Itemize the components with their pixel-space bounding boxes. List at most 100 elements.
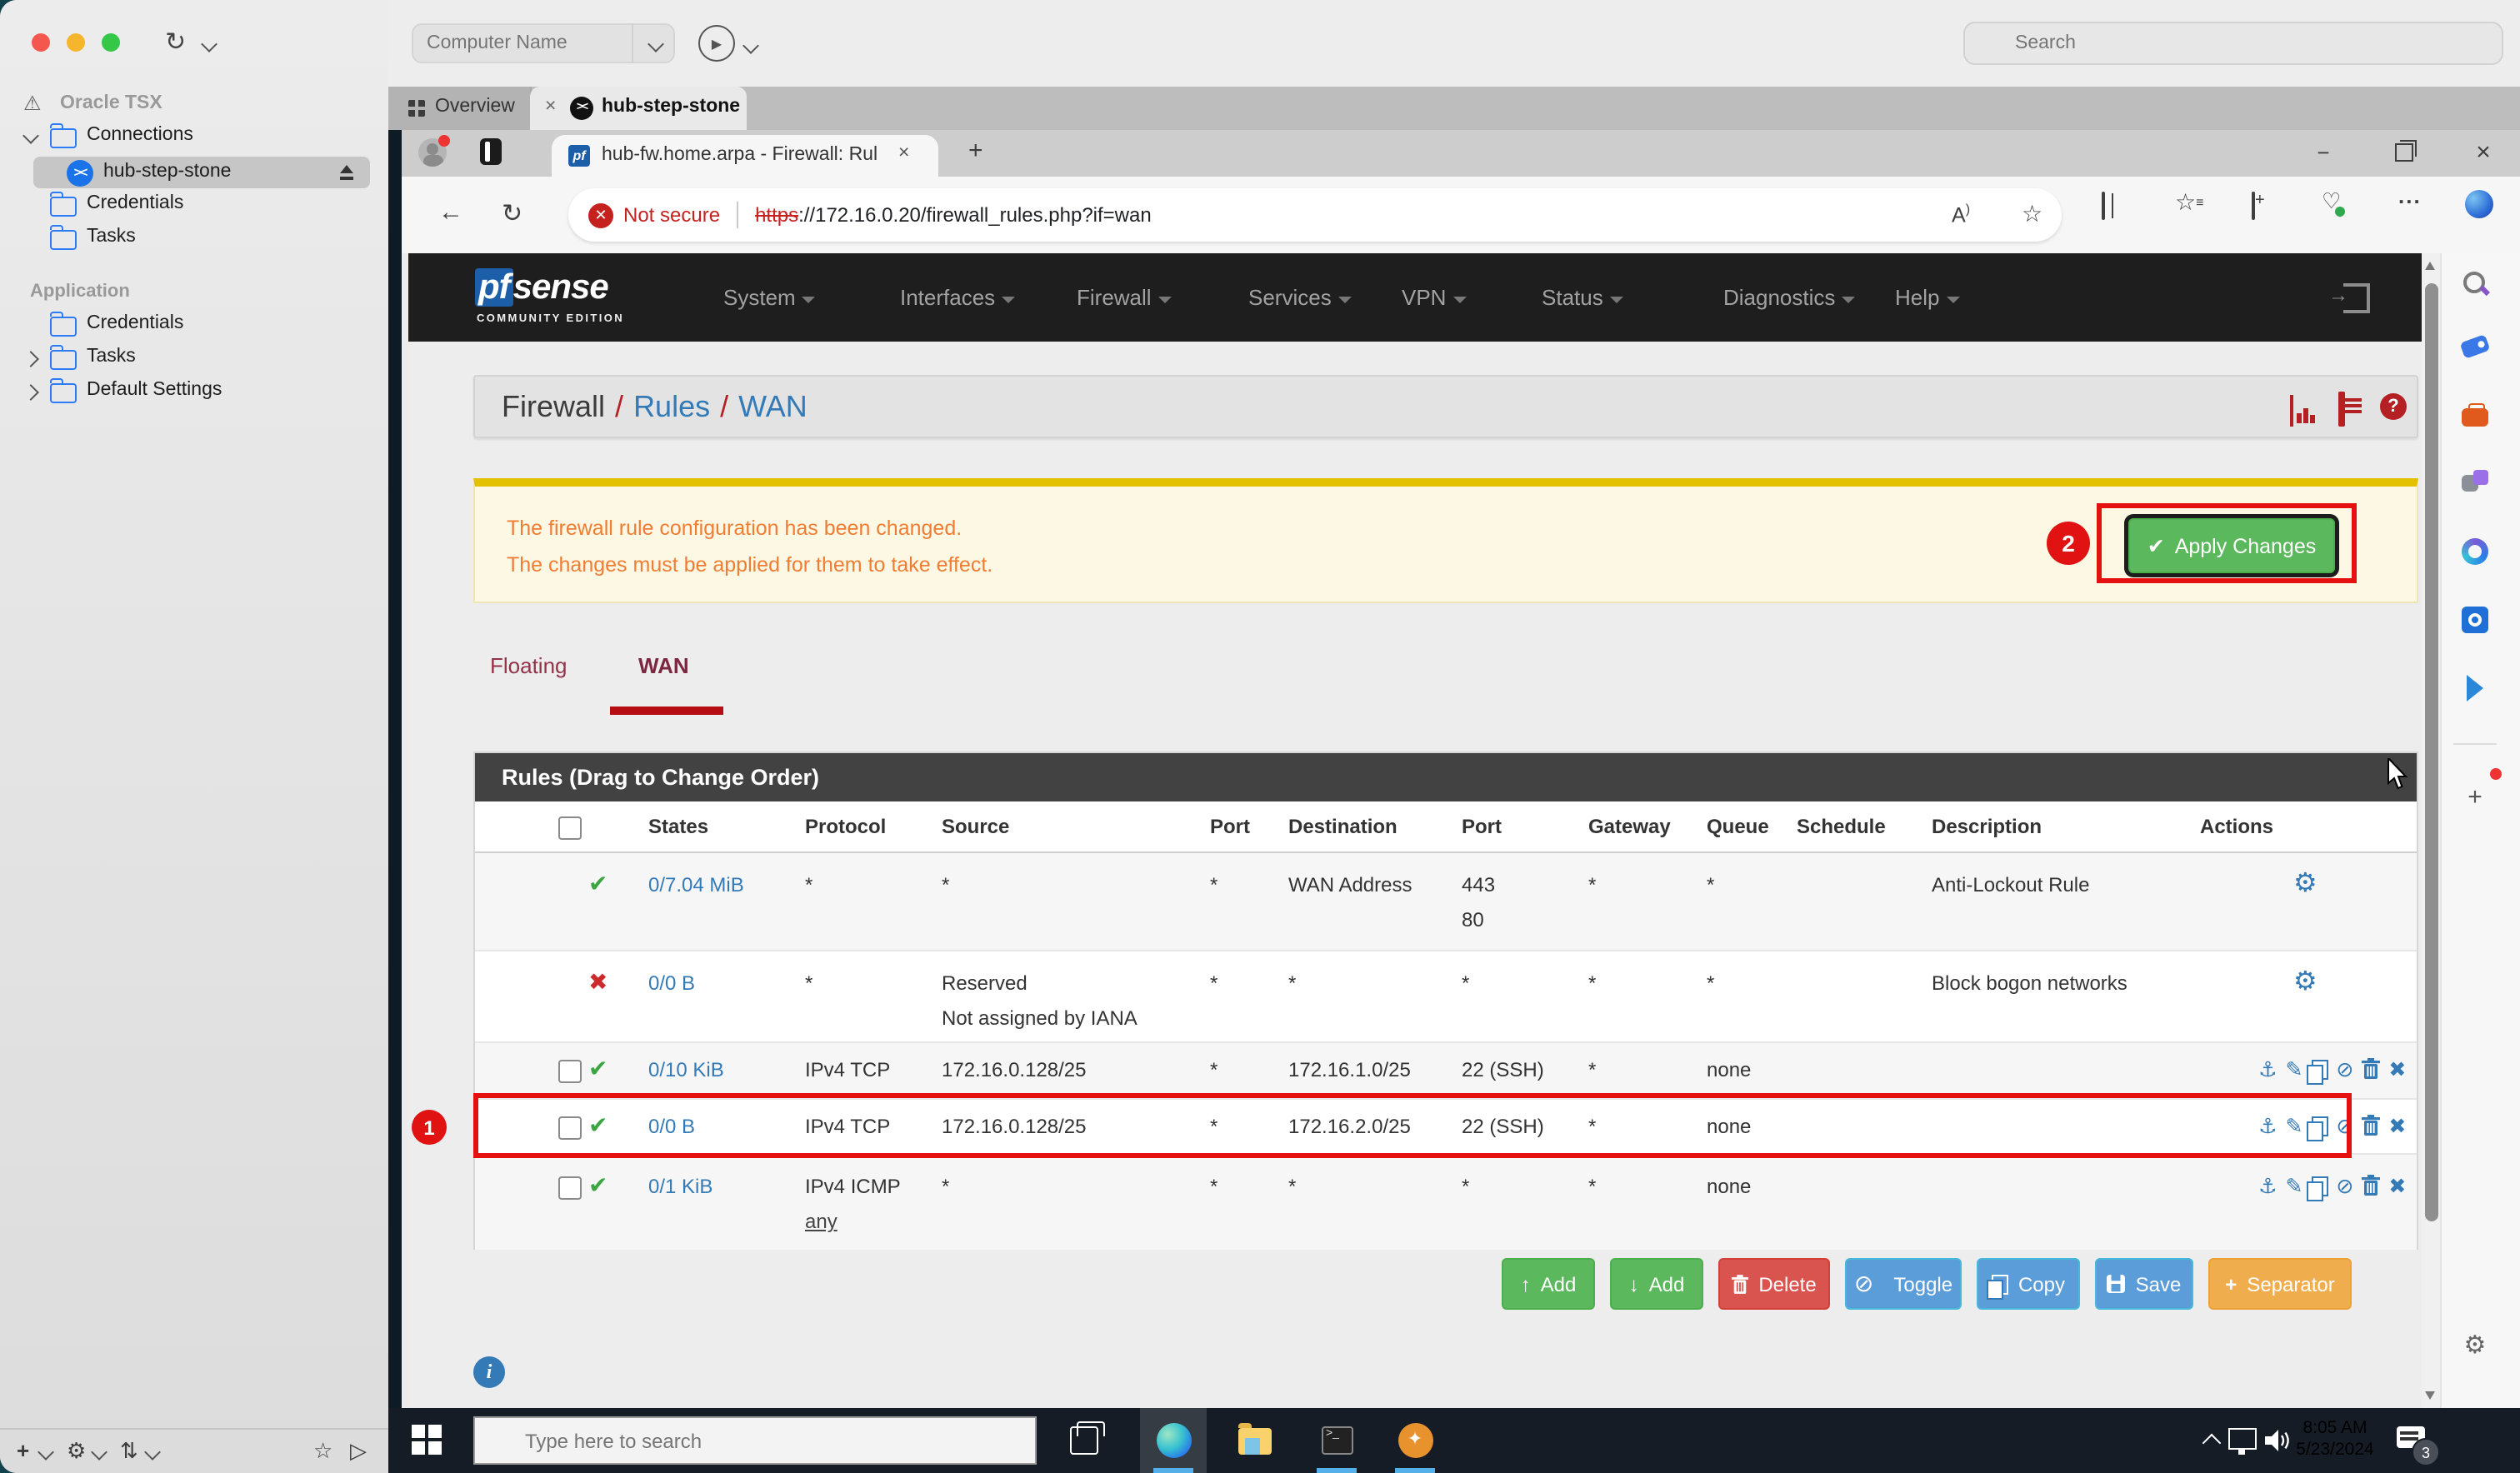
rule-row-icmp[interactable]: ✔ 0/1 KiB IPv4 ICMP any * * * * * none ⚓… bbox=[475, 1155, 2417, 1250]
reconnect-chevron-icon[interactable] bbox=[201, 36, 218, 52]
copy-rule-icon[interactable] bbox=[2306, 1059, 2328, 1084]
pfsense-logo[interactable]: pf sense bbox=[475, 268, 609, 308]
copilot-icon[interactable] bbox=[2465, 190, 2493, 223]
delete-x-icon[interactable]: ✖ bbox=[2388, 1173, 2406, 1198]
refresh-icon[interactable]: ↻ bbox=[502, 198, 522, 228]
close-traffic-light[interactable] bbox=[32, 33, 50, 52]
rule-row-bogon[interactable]: ✖ 0/0 B * Reserved Not assigned by IANA … bbox=[475, 951, 2417, 1043]
rule-states-link[interactable]: 0/7.04 MiB bbox=[648, 873, 744, 896]
reconnect-icon[interactable]: ↻ bbox=[165, 27, 186, 57]
nav-help[interactable]: Help bbox=[1895, 285, 1960, 310]
sidebar-m365-icon[interactable] bbox=[2462, 538, 2488, 565]
scroll-up-icon[interactable] bbox=[2425, 262, 2435, 270]
minimize-traffic-light[interactable] bbox=[67, 33, 85, 52]
add-connection-icon[interactable]: + bbox=[17, 1438, 29, 1463]
apply-changes-button[interactable]: ✔ Apply Changes bbox=[2128, 518, 2335, 573]
help-icon[interactable]: ? bbox=[2380, 393, 2407, 420]
nav-system[interactable]: System bbox=[723, 285, 816, 310]
sidebar-settings-gear-icon[interactable]: ⚙ bbox=[2462, 1330, 2488, 1360]
delete-trash-icon[interactable] bbox=[2362, 1058, 2381, 1080]
edit-pencil-icon[interactable]: ✎ bbox=[2285, 1056, 2302, 1081]
anchor-icon[interactable]: ⚓ bbox=[2258, 1056, 2277, 1081]
add-rule-bottom-button[interactable]: ↓ Add bbox=[1610, 1258, 1703, 1310]
taskbar-explorer-icon[interactable] bbox=[1222, 1408, 1288, 1473]
connections-disclosure-icon[interactable] bbox=[22, 127, 39, 144]
tab-wan[interactable]: WAN bbox=[638, 653, 689, 678]
sidebar-item-default-settings[interactable]: Default Settings bbox=[87, 380, 222, 400]
sidebar-item-credentials[interactable]: Credentials bbox=[87, 193, 183, 213]
sidebar-item-connections[interactable]: Connections bbox=[87, 125, 193, 145]
sidebar-item-tasks[interactable]: Tasks bbox=[87, 227, 136, 247]
minimize-button[interactable]: − bbox=[2295, 130, 2352, 173]
disable-ban-icon[interactable]: ⊘ bbox=[2336, 1056, 2353, 1081]
anchor-icon[interactable]: ⚓ bbox=[2258, 1173, 2277, 1198]
tray-network-icon[interactable] bbox=[2228, 1428, 2257, 1455]
delete-trash-icon[interactable] bbox=[2362, 1115, 2381, 1136]
rule-states-link[interactable]: 0/10 KiB bbox=[648, 1058, 724, 1081]
sidebar-search-icon[interactable] bbox=[2462, 270, 2491, 297]
zoom-traffic-light[interactable] bbox=[102, 33, 120, 52]
transfer-icon[interactable]: ⇅ bbox=[120, 1438, 138, 1465]
search-input[interactable] bbox=[1963, 22, 2503, 65]
close-button[interactable]: × bbox=[2455, 130, 2512, 173]
add-chevron-icon[interactable] bbox=[38, 1444, 54, 1461]
browser-scrollbar[interactable] bbox=[2422, 253, 2440, 1408]
log-icon[interactable] bbox=[2338, 392, 2345, 427]
tasks-disclosure-icon[interactable] bbox=[22, 351, 39, 367]
connect-chevron-icon[interactable] bbox=[742, 37, 759, 54]
rule-protocol-any-link[interactable]: any bbox=[805, 1210, 838, 1233]
delete-trash-icon[interactable] bbox=[2362, 1175, 2381, 1196]
nav-services[interactable]: Services bbox=[1248, 285, 1352, 310]
browser-tab[interactable]: pf hub-fw.home.arpa - Firewall: Rul × bbox=[552, 135, 938, 177]
delete-x-icon[interactable]: ✖ bbox=[2388, 1113, 2406, 1138]
tab-overview[interactable]: Overview bbox=[388, 87, 532, 130]
tray-clock[interactable]: 8:05 AM 5/23/2024 bbox=[2292, 1418, 2378, 1461]
sidebar-item-app-tasks[interactable]: Tasks bbox=[87, 347, 136, 367]
rule-checkbox[interactable] bbox=[558, 1176, 582, 1200]
scrollbar-thumb[interactable] bbox=[2424, 283, 2438, 1221]
copy-button[interactable]: Copy bbox=[1977, 1258, 2080, 1310]
breadcrumb-rules[interactable]: Rules bbox=[633, 390, 710, 423]
settings-gear-icon[interactable]: ⚙ bbox=[67, 1438, 86, 1465]
computer-name-chevron-icon[interactable] bbox=[632, 23, 677, 63]
toggle-button[interactable]: ⊘ Toggle bbox=[1845, 1258, 1962, 1310]
sidebar-drop-icon[interactable] bbox=[2462, 675, 2488, 702]
browser-essentials-icon[interactable]: ♡ bbox=[2322, 188, 2351, 217]
rule-settings-gear-icon[interactable]: ⚙ bbox=[2293, 965, 2318, 998]
breadcrumb-wan[interactable]: WAN bbox=[738, 390, 808, 423]
save-button[interactable]: Save bbox=[2095, 1258, 2193, 1310]
favorites-star-icon[interactable]: ☆ bbox=[313, 1438, 332, 1465]
nav-firewall[interactable]: Firewall bbox=[1077, 285, 1172, 310]
restore-button[interactable] bbox=[2375, 130, 2432, 173]
tab-close-icon[interactable]: × bbox=[898, 143, 909, 163]
tab-hub-step-stone[interactable]: × >< hub-step-stone bbox=[530, 87, 747, 130]
start-button[interactable] bbox=[412, 1425, 442, 1455]
separator-button[interactable]: + Separator bbox=[2208, 1258, 2352, 1310]
tray-volume-icon[interactable] bbox=[2265, 1430, 2290, 1451]
disable-ban-icon[interactable]: ⊘ bbox=[2336, 1173, 2353, 1198]
rule-settings-gear-icon[interactable]: ⚙ bbox=[2293, 866, 2318, 900]
rule-states-link[interactable]: 0/0 B bbox=[648, 971, 695, 995]
status-graph-icon[interactable] bbox=[2290, 395, 2314, 427]
collections-icon[interactable] bbox=[2252, 192, 2255, 220]
split-screen-icon[interactable] bbox=[2102, 192, 2105, 220]
nav-diagnostics[interactable]: Diagnostics bbox=[1723, 285, 1856, 310]
edit-pencil-icon[interactable]: ✎ bbox=[2285, 1173, 2302, 1198]
run-task-icon[interactable]: ▷ bbox=[350, 1438, 367, 1465]
rule-checkbox[interactable] bbox=[558, 1060, 582, 1083]
taskbar-search-input[interactable] bbox=[473, 1416, 1037, 1465]
select-all-checkbox[interactable] bbox=[558, 816, 582, 840]
rule-row-anti-lockout[interactable]: ✔ 0/7.04 MiB * * * WAN Address 443 80 * … bbox=[475, 853, 2417, 951]
new-tab-icon[interactable]: + bbox=[968, 137, 983, 165]
sidebar-item-app-credentials[interactable]: Credentials bbox=[87, 313, 183, 333]
nav-interfaces[interactable]: Interfaces bbox=[900, 285, 1016, 310]
tab-close-icon[interactable]: × bbox=[545, 97, 556, 117]
task-view-icon[interactable] bbox=[1070, 1421, 1105, 1455]
tray-hidden-icons-chevron[interactable] bbox=[2202, 1433, 2222, 1453]
disconnect-eject-icon[interactable] bbox=[338, 165, 355, 180]
tab-floating[interactable]: Floating bbox=[490, 653, 568, 678]
nav-status[interactable]: Status bbox=[1542, 285, 1623, 310]
nav-vpn[interactable]: VPN bbox=[1402, 285, 1467, 310]
taskbar-terminal-icon[interactable]: >_ bbox=[1303, 1408, 1370, 1473]
settings-menu-icon[interactable]: ... bbox=[2398, 183, 2422, 208]
